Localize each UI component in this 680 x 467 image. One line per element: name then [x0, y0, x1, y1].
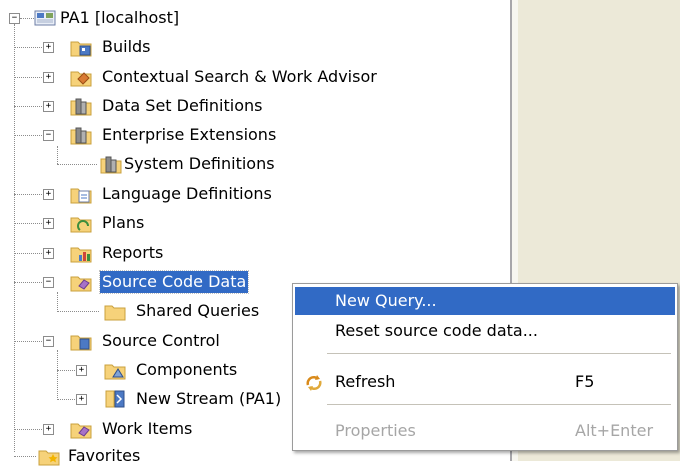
tree-item-data-set-definitions[interactable]: Data Set Definitions: [100, 95, 264, 117]
tree-item-components[interactable]: Components: [134, 359, 239, 381]
tree-item-shared-queries[interactable]: Shared Queries: [134, 300, 261, 322]
source-control-collapse-toggle[interactable]: −: [43, 336, 54, 347]
tree-item-source-code-data[interactable]: Source Code Data: [98, 270, 250, 294]
tree-item-enterprise-extensions[interactable]: Enterprise Extensions: [100, 124, 278, 146]
plans-expand-toggle[interactable]: +: [43, 218, 54, 229]
tree-item-work-items[interactable]: Work Items: [100, 418, 194, 440]
source-control-folder-icon: [70, 335, 92, 351]
folder-icon: [104, 305, 126, 321]
menu-item-label: Refresh: [335, 372, 396, 391]
builds-expand-toggle[interactable]: +: [43, 42, 54, 53]
data-set-definitions-expand-toggle[interactable]: +: [43, 101, 54, 112]
language-definitions-expand-toggle[interactable]: +: [43, 189, 54, 200]
reports-folder-icon: [70, 247, 92, 263]
menu-item-reset-source-code-data[interactable]: Reset source code data...: [295, 317, 675, 345]
language-folder-icon: [70, 188, 92, 204]
enterprise-folder-icon: [70, 127, 92, 145]
tree-item-language-definitions[interactable]: Language Definitions: [100, 183, 274, 205]
tree-item-plans[interactable]: Plans: [100, 212, 146, 234]
tree-connector: [57, 311, 99, 312]
contextual-search-expand-toggle[interactable]: +: [43, 72, 54, 83]
reports-expand-toggle[interactable]: +: [43, 248, 54, 259]
components-folder-icon: [104, 364, 126, 380]
tree-item-source-control[interactable]: Source Control: [100, 330, 222, 352]
builds-folder-icon: [70, 41, 92, 57]
plans-folder-icon: [70, 217, 92, 233]
tree-connector: [57, 164, 97, 165]
tree-item-root[interactable]: PA1 [localhost]: [58, 7, 181, 29]
work-items-expand-toggle[interactable]: +: [43, 424, 54, 435]
project-server-icon: [34, 10, 56, 26]
new-stream-expand-toggle[interactable]: +: [76, 394, 87, 405]
source-code-data-folder-icon: [70, 276, 92, 292]
favorites-folder-icon: [38, 450, 60, 466]
tree-connector: [14, 24, 15, 452]
tree-connector: [57, 292, 58, 310]
tree-connector: [14, 456, 36, 457]
tree-item-reports[interactable]: Reports: [100, 242, 165, 264]
system-definitions-icon: [100, 156, 122, 174]
work-items-folder-icon: [70, 423, 92, 439]
tree-connector: [57, 399, 75, 400]
menu-item-label: New Query...: [335, 291, 437, 310]
menu-item-shortcut: Alt+Enter: [575, 421, 654, 440]
tree-connector: [57, 370, 75, 371]
context-menu: New Query... Reset source code data... R…: [292, 283, 678, 451]
tree-connector: [57, 146, 58, 164]
tree-item-contextual-search[interactable]: Contextual Search & Work Advisor: [100, 66, 379, 88]
menu-item-properties[interactable]: Properties Alt+Enter: [295, 417, 675, 445]
menu-item-label: Reset source code data...: [335, 321, 538, 340]
tree-connector: [57, 350, 58, 398]
menu-item-shortcut: F5: [575, 372, 595, 391]
tree-item-builds[interactable]: Builds: [100, 36, 153, 58]
menu-separator: [327, 353, 671, 354]
refresh-icon: [306, 375, 322, 391]
tree-item-new-stream[interactable]: New Stream (PA1): [134, 388, 283, 410]
source-code-data-collapse-toggle[interactable]: −: [43, 277, 54, 288]
tree-connector: [20, 18, 34, 19]
menu-item-label: Properties: [335, 421, 416, 440]
tree-item-system-definitions[interactable]: System Definitions: [122, 153, 277, 175]
menu-item-new-query[interactable]: New Query...: [295, 287, 675, 315]
root-collapse-toggle[interactable]: −: [9, 13, 20, 24]
menu-separator: [327, 404, 671, 405]
stream-icon: [105, 390, 125, 408]
dataset-folder-icon: [70, 98, 92, 116]
search-advisor-folder-icon: [70, 71, 92, 87]
tree-item-favorites[interactable]: Favorites: [66, 445, 142, 467]
components-expand-toggle[interactable]: +: [76, 365, 87, 376]
enterprise-extensions-collapse-toggle[interactable]: −: [43, 130, 54, 141]
menu-item-refresh[interactable]: Refresh F5: [295, 368, 675, 396]
